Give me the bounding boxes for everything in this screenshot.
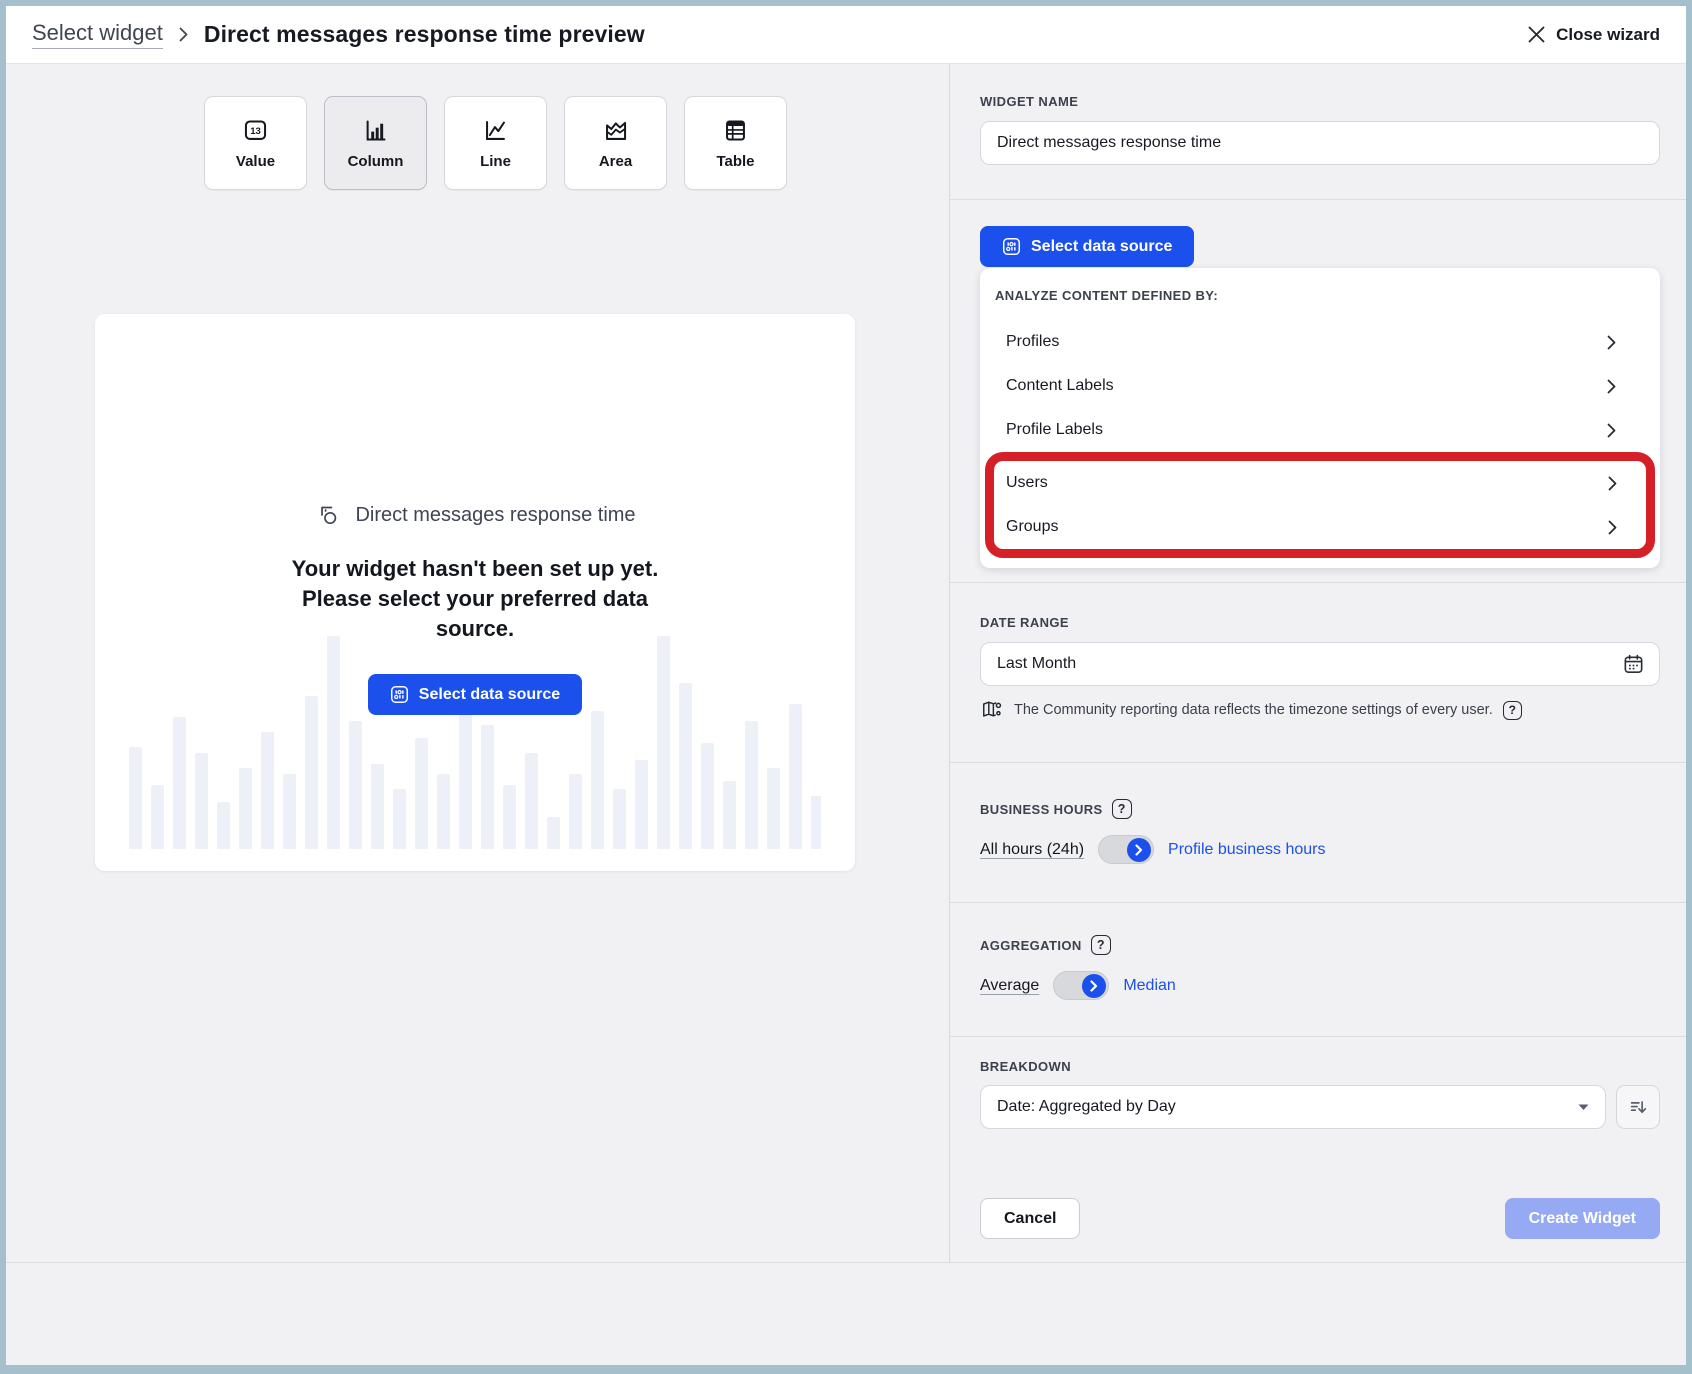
breadcrumb-chevron-icon — [179, 27, 188, 42]
breadcrumb-select-widget[interactable]: Select widget — [32, 20, 163, 49]
chevron-right-icon — [1607, 423, 1616, 438]
widget-type-area[interactable]: Area — [564, 96, 667, 190]
breakdown-select[interactable]: Date: Aggregated by Day — [980, 1085, 1606, 1129]
svg-text:13: 13 — [250, 126, 261, 137]
dropdown-header: ANALYZE CONTENT DEFINED BY: — [980, 288, 1660, 320]
table-icon — [722, 117, 749, 144]
widget-preview-card: Direct messages response time Your widge… — [95, 314, 855, 871]
date-range-value: Last Month — [997, 655, 1076, 673]
business-hours-label: Business hours — [980, 802, 1103, 817]
wizard-footer: Cancel Create Widget — [980, 1198, 1660, 1239]
widget-type-column[interactable]: Column — [324, 96, 427, 190]
timezone-note: The Community reporting data reflects th… — [980, 699, 1660, 721]
aggregation-section: Aggregation ? Average Median — [950, 903, 1686, 1037]
close-wizard-label: Close wizard — [1556, 25, 1660, 45]
bottom-strip — [6, 1262, 1686, 1365]
chevron-right-icon — [1607, 335, 1616, 350]
timezone-map-icon — [980, 699, 1004, 721]
settings-pane: Widget name Select data source ANALYZE C… — [949, 64, 1686, 1262]
option-label: Users — [1006, 474, 1048, 492]
breakdown-section: Breakdown Date: Aggregated by Day — [950, 1037, 1686, 1129]
chevron-right-icon — [1607, 379, 1616, 394]
help-icon[interactable]: ? — [1503, 701, 1522, 720]
widget-name-section: Widget name — [950, 64, 1686, 200]
select-data-source-button[interactable]: Select data source — [980, 226, 1194, 267]
cancel-button[interactable]: Cancel — [980, 1198, 1080, 1239]
widget-type-label: Line — [480, 153, 511, 170]
option-label: Content Labels — [1006, 377, 1114, 395]
widget-type-label: Table — [716, 153, 754, 170]
area-chart-icon — [602, 117, 629, 144]
average-option[interactable]: Average — [980, 977, 1039, 995]
widget-type-label: Area — [599, 153, 632, 170]
all-hours-option[interactable]: All hours (24h) — [980, 841, 1084, 859]
data-source-option-users[interactable]: Users — [994, 461, 1646, 505]
data-source-option-profiles[interactable]: Profiles — [980, 320, 1660, 364]
preview-widget-title: Direct messages response time — [355, 504, 635, 527]
wizard-header: Select widget Direct messages response t… — [6, 6, 1686, 64]
data-source-option-content-labels[interactable]: Content Labels — [980, 364, 1660, 408]
option-label: Groups — [1006, 518, 1058, 536]
sort-order-button[interactable] — [1616, 1085, 1660, 1129]
chevron-right-icon — [1608, 476, 1617, 491]
create-widget-button[interactable]: Create Widget — [1505, 1198, 1660, 1239]
help-icon[interactable]: ? — [1091, 935, 1111, 955]
caret-down-icon — [1578, 1104, 1589, 1111]
option-label: Profile Labels — [1006, 421, 1103, 439]
business-hours-toggle[interactable] — [1098, 835, 1154, 864]
page-title: Direct messages response time preview — [204, 21, 645, 48]
date-range-field[interactable]: Last Month — [980, 642, 1660, 686]
widget-type-label: Column — [348, 153, 404, 170]
chevron-right-icon — [1090, 980, 1098, 992]
close-wizard-button[interactable]: Close wizard — [1528, 25, 1660, 45]
chevron-right-icon — [1608, 520, 1617, 535]
close-icon — [1528, 26, 1545, 43]
profile-business-hours-option[interactable]: Profile business hours — [1168, 841, 1325, 859]
select-data-source-label: Select data source — [1031, 238, 1172, 256]
data-source-option-groups[interactable]: Groups — [994, 505, 1646, 549]
widget-name-label: Widget name — [980, 94, 1660, 109]
calendar-icon — [1622, 653, 1645, 676]
column-chart-icon — [362, 117, 389, 144]
wizard-window: Select widget Direct messages response t… — [0, 0, 1692, 1374]
breakdown-value: Date: Aggregated by Day — [997, 1098, 1176, 1116]
aggregation-label: Aggregation — [980, 938, 1082, 953]
data-source-icon — [390, 685, 409, 704]
help-icon[interactable]: ? — [1112, 799, 1132, 819]
chevron-right-icon — [1135, 844, 1143, 856]
breakdown-label: Breakdown — [980, 1059, 1660, 1074]
select-data-source-button[interactable]: Select data source — [368, 674, 582, 715]
date-range-section: Date range Last Month The Community repo… — [950, 583, 1686, 763]
data-source-section: Select data source ANALYZE CONTENT DEFIN… — [950, 200, 1686, 583]
timezone-note-text: The Community reporting data reflects th… — [1014, 702, 1493, 718]
highlight-annotation: Users Groups — [985, 452, 1655, 558]
widget-icon — [314, 500, 344, 530]
value-icon: 13 — [242, 117, 269, 144]
preview-pane: 13 Value Column Line Area Table — [6, 64, 949, 1262]
date-range-label: Date range — [980, 615, 1660, 630]
data-source-icon — [1002, 237, 1021, 256]
widget-type-table[interactable]: Table — [684, 96, 787, 190]
widget-type-value[interactable]: 13 Value — [204, 96, 307, 190]
toggle-knob — [1127, 838, 1151, 862]
widget-type-selector: 13 Value Column Line Area Table — [204, 96, 787, 190]
select-data-source-label: Select data source — [419, 686, 560, 704]
sort-descending-icon — [1627, 1096, 1649, 1118]
business-hours-section: Business hours ? All hours (24h) Profile… — [950, 763, 1686, 903]
data-source-dropdown: ANALYZE CONTENT DEFINED BY: Profiles Con… — [980, 268, 1660, 568]
empty-state-heading: Your widget hasn't been set up yet. Plea… — [276, 554, 674, 644]
widget-type-label: Value — [236, 153, 275, 170]
data-source-option-profile-labels[interactable]: Profile Labels — [980, 408, 1660, 452]
aggregation-toggle[interactable] — [1053, 971, 1109, 1000]
widget-name-input[interactable] — [980, 121, 1660, 165]
toggle-knob — [1082, 974, 1106, 998]
median-option[interactable]: Median — [1123, 977, 1175, 995]
option-label: Profiles — [1006, 333, 1059, 351]
widget-type-line[interactable]: Line — [444, 96, 547, 190]
line-chart-icon — [482, 117, 509, 144]
